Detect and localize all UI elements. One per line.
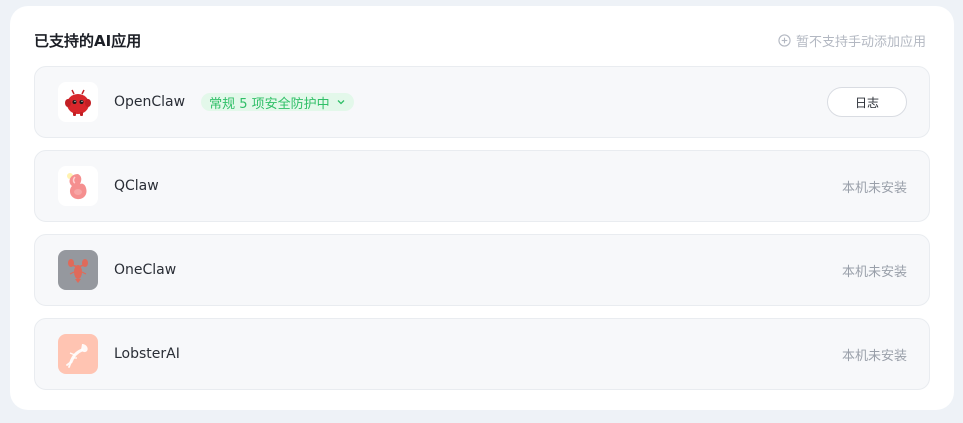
panel-header: 已支持的AI应用 暂不支持手动添加应用 (34, 28, 926, 52)
plus-circle-icon (778, 33, 791, 47)
add-app-link[interactable]: 暂不支持手动添加应用 (778, 31, 926, 50)
app-row-oneclaw: OneClaw 本机未安装 (34, 234, 930, 306)
app-name: LobsterAI (114, 346, 180, 362)
install-status: 本机未安装 (841, 180, 907, 196)
status-tag-label: 常规 5 项安全防护中 (209, 96, 330, 112)
supported-apps-panel: 已支持的AI应用 暂不支持手动添加应用 OpenClaw 常规 5 项安全防护中… (10, 6, 954, 410)
app-name: OneClaw (114, 262, 177, 278)
app-row-qclaw: QClaw 本机未安装 (34, 150, 930, 222)
app-name: OpenClaw (114, 94, 186, 110)
peach-lobster-icon (58, 334, 98, 374)
protection-status-tag[interactable]: 常规 5 项安全防护中 (201, 93, 354, 112)
add-app-label: 暂不支持手动添加应用 (795, 34, 926, 50)
install-status: 本机未安装 (841, 348, 907, 364)
app-name: QClaw (114, 178, 159, 194)
panel-title: 已支持的AI应用 (34, 31, 142, 50)
app-row-openclaw: OpenClaw 常规 5 项安全防护中 日志 (34, 66, 930, 138)
red-mascot-icon (58, 82, 98, 122)
app-list: OpenClaw 常规 5 项安全防护中 日志 QClaw 本机未安装 OneC… (34, 66, 930, 402)
gray-lobster-icon (58, 250, 98, 290)
pink-claw-icon (58, 166, 98, 206)
app-row-lobsterai: LobsterAI 本机未安装 (34, 318, 930, 390)
log-button[interactable]: 日志 (827, 87, 907, 117)
chevron-down-icon (337, 100, 345, 105)
install-status: 本机未安装 (841, 264, 907, 280)
